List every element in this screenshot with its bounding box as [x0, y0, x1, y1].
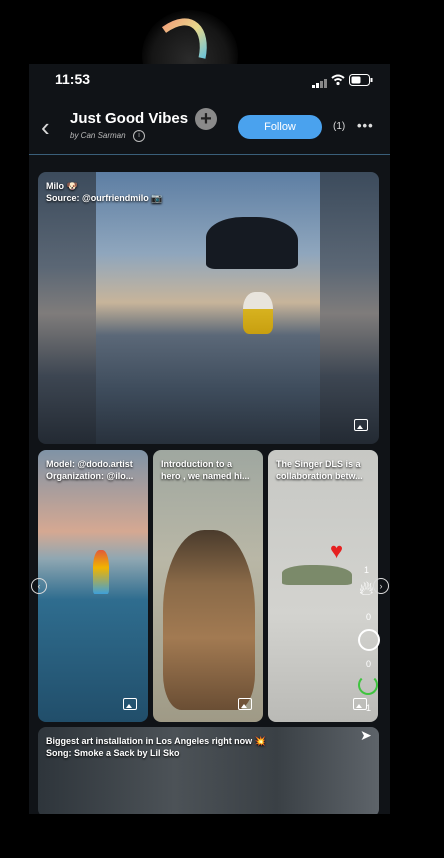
image-icon	[238, 698, 252, 710]
board-author[interactable]: by Can Sarman	[70, 131, 126, 140]
signal-icon	[312, 75, 328, 93]
featured-post-image	[96, 172, 320, 444]
status-time: 11:53	[55, 71, 91, 87]
info-icon[interactable]: i	[133, 130, 145, 142]
image-icon	[354, 419, 368, 431]
repost-count: 1	[366, 703, 372, 713]
follow-button[interactable]: Follow	[238, 115, 322, 139]
dog-shape	[243, 292, 273, 334]
post-caption-model: Model: @dodo.artist Organization: @ilo..…	[46, 459, 134, 481]
wifi-icon	[331, 73, 345, 91]
like-count: 1	[364, 565, 370, 575]
chevron-right-icon[interactable]: ›	[373, 578, 389, 594]
comment-count: 0	[366, 659, 372, 669]
featured-post-caption: Milo 🐶 Source: @ourfriendmilo 📷	[46, 181, 163, 203]
chevron-left-icon[interactable]: ‹	[31, 578, 47, 594]
fire-count: 0	[366, 612, 372, 622]
image-icon	[123, 698, 137, 710]
car-shape	[282, 565, 352, 585]
back-icon[interactable]: ‹	[41, 114, 50, 140]
post-caption-art-installation: Biggest art installation in Los Angeles …	[46, 736, 266, 758]
add-icon[interactable]: +	[195, 108, 217, 130]
follower-count: (1)	[333, 121, 346, 132]
post-card-art-installation[interactable]: Biggest art installation in Los Angeles …	[38, 727, 379, 814]
status-bar: 11:53	[29, 64, 390, 94]
post-card-model[interactable]: Model: @dodo.artist Organization: @ilo..…	[38, 450, 148, 722]
comment-icon[interactable]	[358, 629, 380, 651]
fire-icon[interactable]: 🔥︎	[359, 578, 374, 601]
post-caption-hawk: Introduction to a hero , we named hi...	[161, 459, 250, 481]
heart-icon[interactable]: ♥	[330, 538, 343, 564]
featured-post-card[interactable]: Milo 🐶 Source: @ourfriendmilo 📷	[38, 172, 379, 444]
hawk-shape	[163, 530, 255, 710]
figure-shape	[93, 550, 109, 594]
battery-icon	[349, 73, 373, 91]
post-card-hawk[interactable]: Introduction to a hero , we named hi...	[153, 450, 263, 722]
send-icon[interactable]: ➤	[360, 727, 372, 744]
more-icon[interactable]: •••	[357, 118, 374, 133]
image-icon	[353, 698, 367, 710]
post-caption-car: The Singer DLS is a collaboration betw..…	[276, 459, 363, 481]
board-header: ‹ Just Good Vibes by Can Sarman i + Foll…	[29, 94, 390, 155]
board-title: Just Good Vibes	[70, 110, 189, 127]
repost-icon[interactable]	[358, 675, 378, 695]
phone-screen: 11:53 ‹ Just Good Vibes by Can Sarman i …	[29, 64, 390, 814]
sea-stack-shape	[206, 217, 298, 269]
